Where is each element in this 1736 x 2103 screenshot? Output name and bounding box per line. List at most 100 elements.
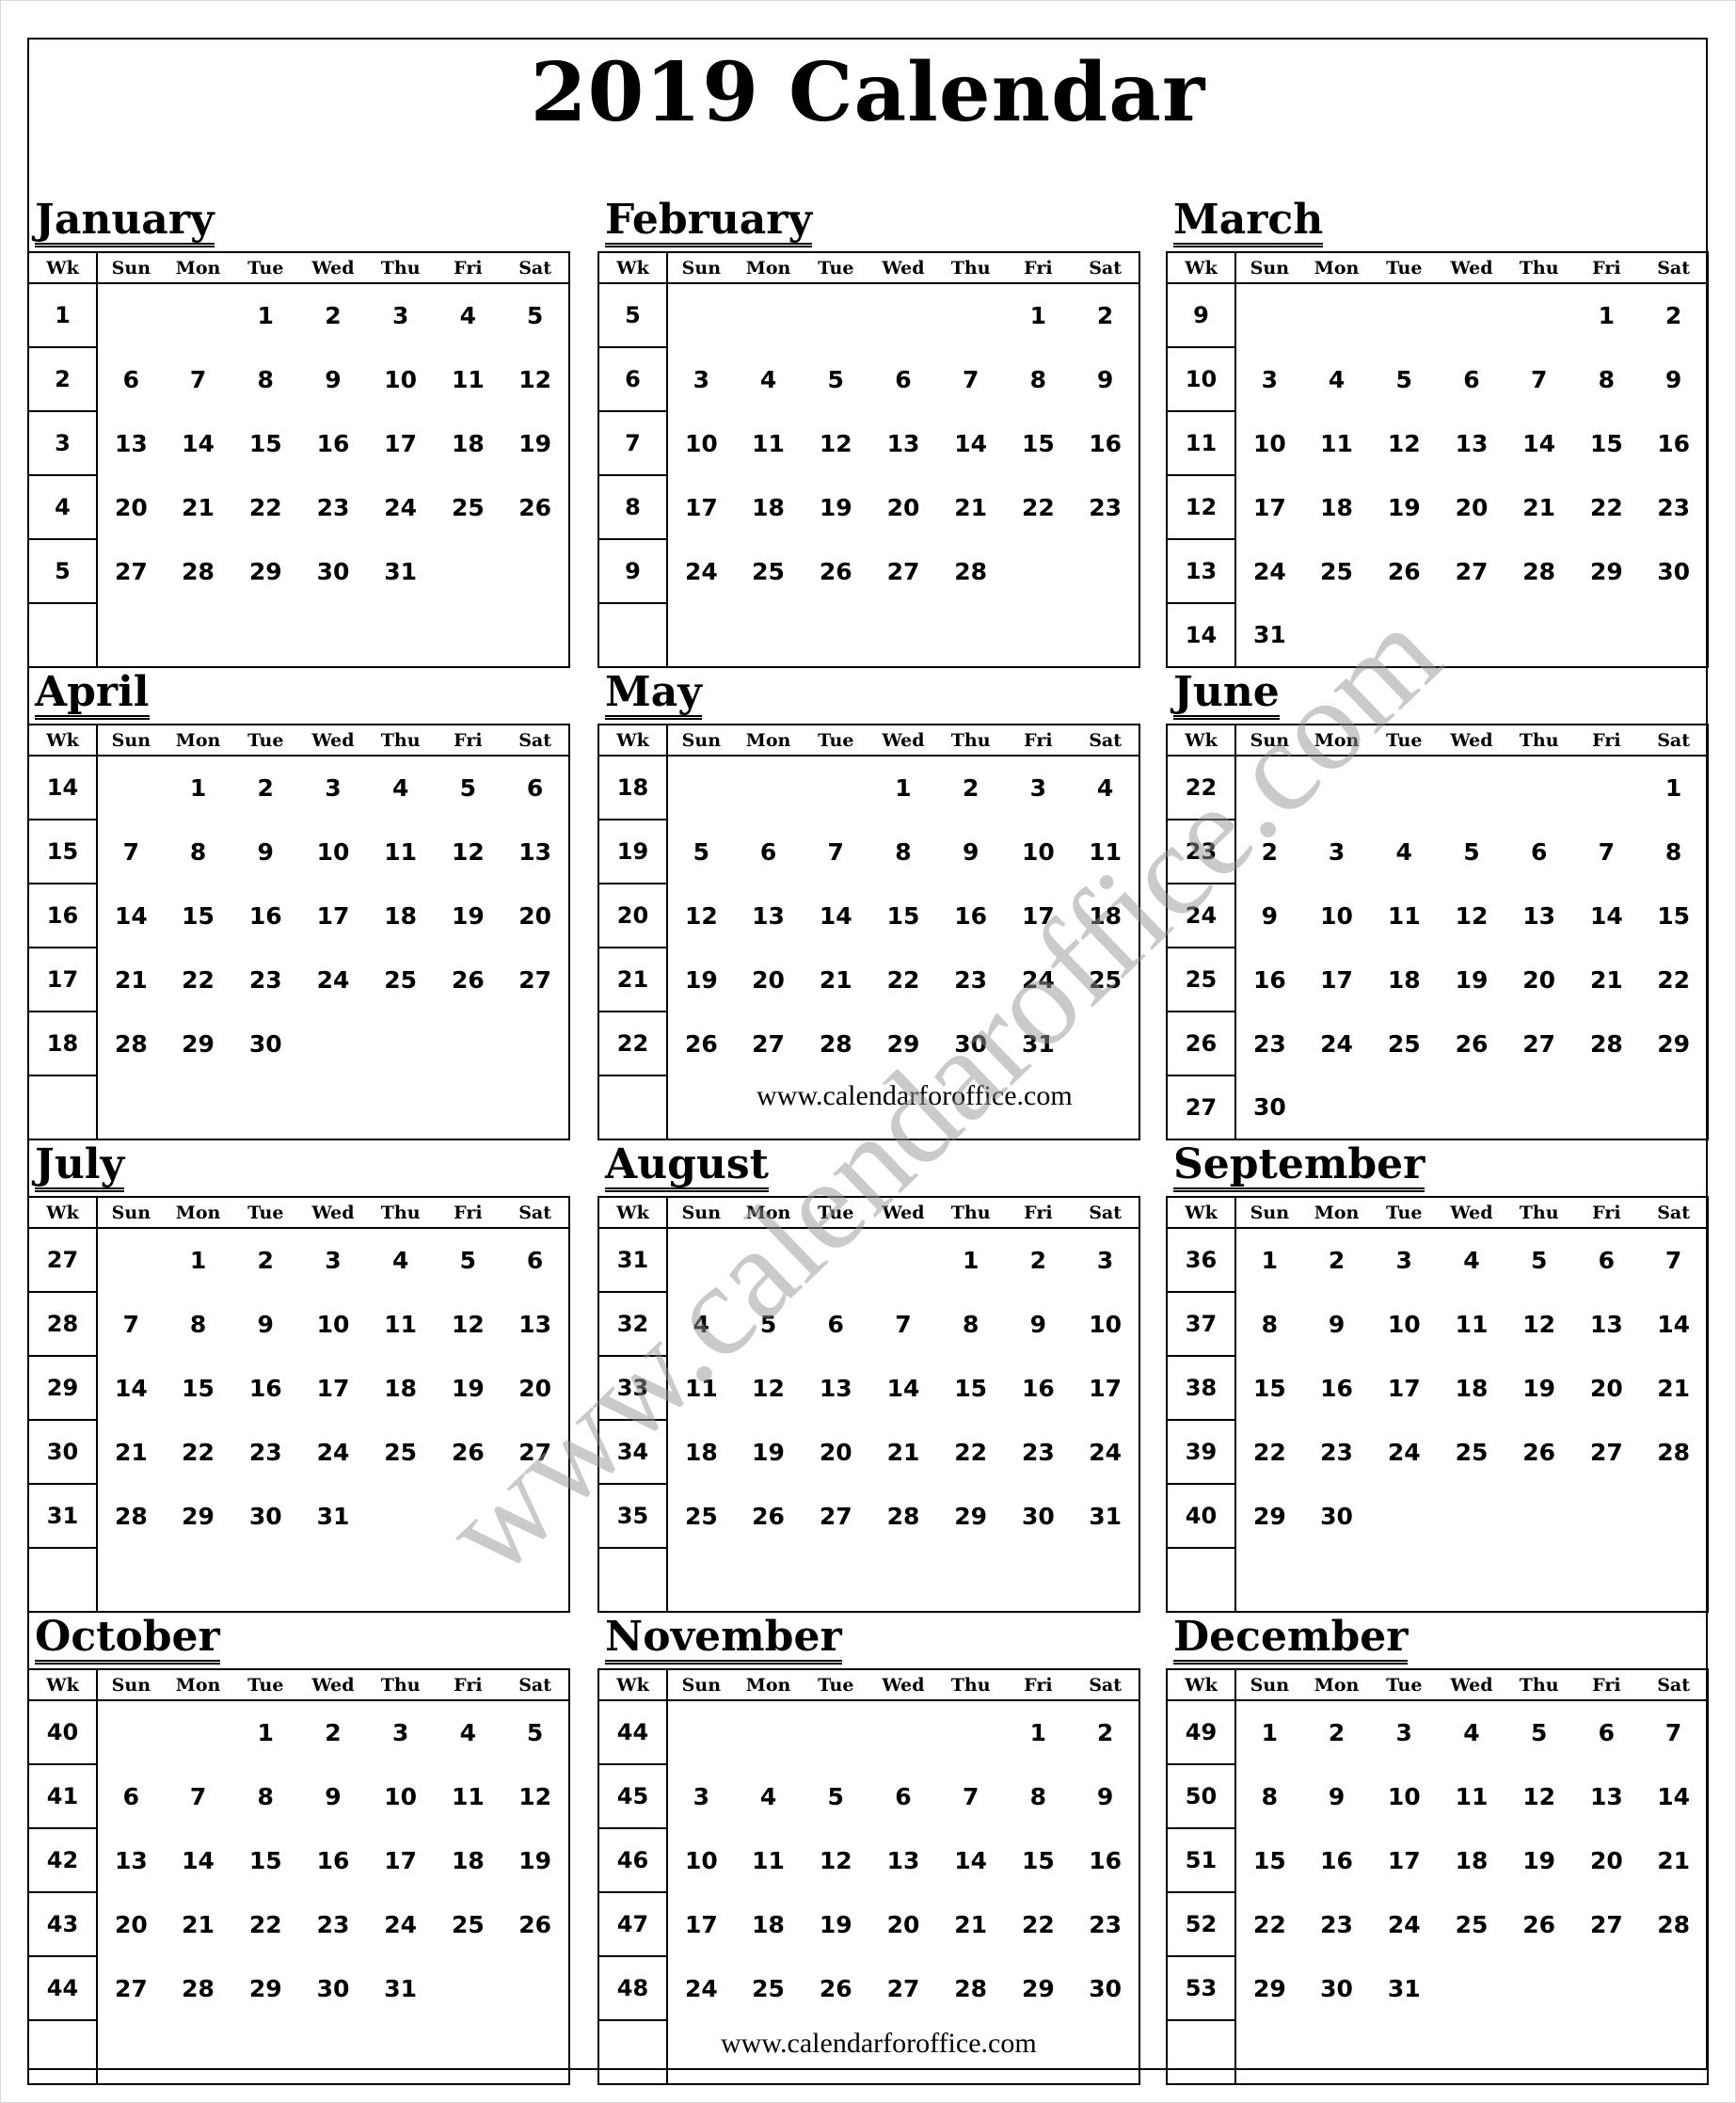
day-cell xyxy=(435,1012,502,1075)
day-cell: 6 xyxy=(1530,837,1548,866)
day-cell: 14 xyxy=(182,429,215,457)
weekday-header: Sat xyxy=(502,1197,569,1229)
day-cell: 12 xyxy=(1522,1310,1556,1338)
day-cell xyxy=(802,1228,869,1292)
weekday-header: Wed xyxy=(299,252,367,284)
day-cell xyxy=(1370,756,1438,820)
weekday-header: Tue xyxy=(802,1669,870,1701)
weekday-header: Sun xyxy=(97,252,165,284)
day-cell: 25 xyxy=(451,1910,485,1938)
day-cell: 26 xyxy=(1522,1438,1556,1466)
week-row: 29 14 15 16 17 18 19 20 xyxy=(28,1356,569,1421)
day-cell: 24 xyxy=(1021,965,1055,994)
weekday-header: Mon xyxy=(1302,1669,1371,1701)
day-cell: 21 xyxy=(886,1438,920,1466)
week-row: 34 18 19 20 21 22 23 24 xyxy=(598,1420,1139,1485)
day-cell: 14 xyxy=(114,1374,148,1402)
week-row xyxy=(1167,2020,1708,2084)
week-number: 52 xyxy=(1167,1892,1236,1957)
day-cell: 30 xyxy=(954,1029,988,1058)
day-cell: 27 xyxy=(886,557,920,585)
week-number: 46 xyxy=(598,1828,668,1893)
day-cell xyxy=(1640,1956,1708,2020)
day-cell: 28 xyxy=(954,1974,988,2002)
day-cell: 13 xyxy=(1589,1310,1623,1338)
week-row: 44 27 28 29 30 31 xyxy=(28,1956,569,2021)
weekday-header: Wk xyxy=(1167,1197,1236,1229)
week-number: 45 xyxy=(598,1764,668,1829)
weekday-header: Sat xyxy=(502,252,569,284)
week-number: 33 xyxy=(598,1356,668,1421)
week-row: 51 15 16 17 18 19 20 21 xyxy=(1167,1828,1708,1893)
weekday-header: Sun xyxy=(1235,1197,1303,1229)
day-cell xyxy=(1235,283,1303,347)
day-cell: 10 xyxy=(316,1310,350,1338)
day-cell: 17 xyxy=(1387,1374,1421,1402)
weekday-header: Wed xyxy=(869,725,937,757)
day-cell xyxy=(165,1548,232,1612)
day-cell: 16 xyxy=(1320,1846,1353,1874)
week-row: 16 14 15 16 17 18 19 20 xyxy=(28,884,569,948)
day-cell xyxy=(231,2020,299,2084)
week-row: 41 6 7 8 9 10 11 12 xyxy=(28,1764,569,1829)
day-cell xyxy=(802,283,869,347)
day-cell: 21 xyxy=(1657,1374,1690,1402)
day-cell xyxy=(667,1075,735,1139)
day-cell xyxy=(367,1484,435,1548)
day-cell xyxy=(435,539,502,603)
weekday-header: Sun xyxy=(667,725,735,757)
week-number xyxy=(28,2020,98,2084)
weekday-header: Wk xyxy=(28,252,98,284)
day-cell xyxy=(97,1548,165,1612)
day-cell: 16 xyxy=(1021,1374,1055,1402)
week-number: 20 xyxy=(598,884,668,948)
day-cell: 1 xyxy=(1598,302,1616,329)
weekday-header: Fri xyxy=(434,725,502,757)
weekday-header: Fri xyxy=(1004,252,1073,284)
day-cell xyxy=(667,1548,735,1612)
week-row: 22 1 xyxy=(1167,756,1708,820)
day-cell xyxy=(802,1700,869,1764)
day-cell: 27 xyxy=(1522,1029,1556,1058)
day-cell xyxy=(735,603,803,667)
day-cell: 22 xyxy=(886,965,920,994)
day-cell: 28 xyxy=(114,1502,148,1530)
day-cell: 22 xyxy=(954,1438,988,1466)
day-cell xyxy=(802,603,869,667)
day-cell: 26 xyxy=(1455,1029,1489,1058)
day-cell: 26 xyxy=(752,1502,785,1530)
day-cell: 12 xyxy=(1522,1782,1556,1810)
day-cell xyxy=(165,283,232,347)
day-cell xyxy=(1072,2020,1139,2084)
day-cell: 19 xyxy=(819,493,852,521)
day-cell: 11 xyxy=(684,1374,718,1402)
day-cell: 18 xyxy=(684,1438,718,1466)
month-june: June Wk Sun Mon Tue Wed Thu Fri Sat 22 1 23 2 3 4 5 6 7 8 2… xyxy=(1166,669,1709,1140)
day-cell xyxy=(165,1075,232,1139)
week-row: 13 24 25 26 27 28 29 30 xyxy=(1167,539,1708,604)
day-cell: 2 xyxy=(1096,1719,1114,1746)
day-cell: 19 xyxy=(1522,1374,1556,1402)
day-cell: 10 xyxy=(1387,1782,1421,1810)
day-cell: 10 xyxy=(384,1782,418,1810)
day-cell: 22 xyxy=(182,965,215,994)
day-cell: 18 xyxy=(752,493,785,521)
day-cell: 5 xyxy=(827,1782,844,1810)
day-cell: 22 xyxy=(1657,965,1690,994)
day-cell: 22 xyxy=(1252,1910,1286,1938)
day-cell: 20 xyxy=(1522,965,1556,994)
day-cell xyxy=(1573,1956,1641,2020)
day-cell: 19 xyxy=(451,901,485,930)
day-cell: 9 xyxy=(257,837,274,866)
day-cell: 1 xyxy=(1029,302,1047,329)
day-cell: 27 xyxy=(1589,1438,1623,1466)
weekday-header: Tue xyxy=(802,725,870,757)
month-table: Wk Sun Mon Tue Wed Thu Fri Sat 1 1 2 3 4 5 2 6 7 8 9 10 11 12… xyxy=(27,251,570,668)
day-cell: 1 xyxy=(1664,774,1682,802)
day-cell: 1 xyxy=(189,774,207,802)
day-cell: 11 xyxy=(384,837,418,866)
day-cell: 31 xyxy=(384,1974,418,2002)
day-cell: 13 xyxy=(886,1846,920,1874)
week-number xyxy=(598,2020,668,2084)
day-cell: 28 xyxy=(1522,557,1556,585)
